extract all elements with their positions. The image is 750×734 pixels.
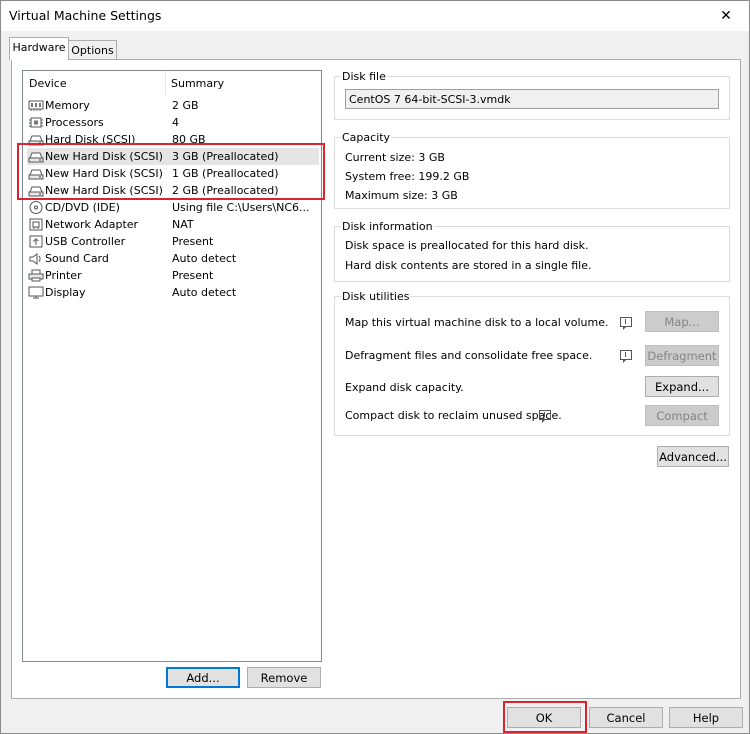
device-row[interactable]: Network Adapter NAT — [27, 216, 319, 233]
device-name: New Hard Disk (SCSI) — [45, 184, 163, 197]
device-name: Display — [45, 286, 86, 299]
memory-icon — [28, 100, 44, 111]
disk-information-label: Disk information — [341, 220, 434, 233]
device-row[interactable]: Printer Present — [27, 267, 319, 284]
device-column-header[interactable]: Device — [29, 77, 67, 90]
device-name: Memory — [45, 99, 90, 112]
device-summary: 2 GB — [172, 99, 199, 112]
compact-button[interactable]: Compact — [645, 405, 719, 426]
ok-button[interactable]: OK — [507, 707, 581, 728]
tab-options[interactable]: Options — [68, 40, 117, 61]
compact-description: Compact disk to reclaim unused space. — [345, 409, 562, 422]
hard-disk-icon — [28, 152, 44, 163]
disk-info-line-2: Hard disk contents are stored in a singl… — [345, 259, 592, 272]
disk-file-field: CentOS 7 64-bit-SCSI-3.vmdk — [345, 89, 719, 109]
expand-description: Expand disk capacity. — [345, 381, 464, 394]
hard-disk-icon — [28, 135, 44, 146]
sound-card-icon — [29, 253, 41, 265]
device-summary: Auto detect — [172, 252, 237, 265]
device-name: USB Controller — [45, 235, 126, 248]
capacity-label: Capacity — [341, 131, 392, 144]
device-name: Printer — [45, 269, 82, 282]
device-row[interactable]: New Hard Disk (SCSI) 2 GB (Preallocated) — [27, 182, 319, 199]
device-list[interactable]: Device Summary Memory 2 GB Processors 4 Hard… — [22, 70, 322, 662]
disk-utilities-label: Disk utilities — [341, 290, 411, 303]
processor-icon — [29, 117, 43, 128]
device-summary: 2 GB (Preallocated) — [172, 184, 279, 197]
device-row[interactable]: Hard Disk (SCSI) 80 GB — [27, 131, 319, 148]
remove-button[interactable]: Remove — [247, 667, 321, 688]
device-row[interactable]: CD/DVD (IDE) Using file C:\Users\NC6... — [27, 199, 319, 216]
title-bar: Virtual Machine Settings ✕ — [1, 1, 749, 31]
hard-disk-icon — [28, 169, 44, 180]
device-name: New Hard Disk (SCSI) — [45, 167, 163, 180]
device-row[interactable]: New Hard Disk (SCSI) 3 GB (Preallocated) — [27, 148, 319, 165]
device-row[interactable]: New Hard Disk (SCSI) 1 GB (Preallocated) — [27, 165, 319, 182]
current-size-text: Current size: 3 GB — [345, 151, 445, 164]
device-name: Network Adapter — [45, 218, 139, 231]
device-row[interactable]: Processors 4 — [27, 114, 319, 131]
device-row[interactable]: USB Controller Present — [27, 233, 319, 250]
defragment-description: Defragment files and consolidate free sp… — [345, 349, 593, 362]
system-free-text: System free: 199.2 GB — [345, 170, 470, 183]
cancel-button[interactable]: Cancel — [589, 707, 663, 728]
maximum-size-text: Maximum size: 3 GB — [345, 189, 458, 202]
close-icon[interactable]: ✕ — [703, 1, 749, 31]
device-row[interactable]: Display Auto detect — [27, 284, 319, 301]
device-summary: NAT — [172, 218, 194, 231]
usb-icon — [29, 235, 43, 248]
window-title: Virtual Machine Settings — [9, 8, 162, 23]
device-summary: 4 — [172, 116, 179, 129]
add-button[interactable]: Add... — [166, 667, 240, 688]
map-description: Map this virtual machine disk to a local… — [345, 316, 609, 329]
device-summary: 1 GB (Preallocated) — [172, 167, 279, 180]
device-summary: Present — [172, 269, 214, 282]
display-icon — [28, 286, 44, 299]
device-name: New Hard Disk (SCSI) — [45, 150, 163, 163]
device-name: CD/DVD (IDE) — [45, 201, 120, 214]
summary-column-header[interactable]: Summary — [171, 77, 224, 90]
disk-file-label: Disk file — [341, 70, 387, 83]
device-summary: Auto detect — [172, 286, 237, 299]
network-adapter-icon — [29, 218, 43, 231]
device-summary: 3 GB (Preallocated) — [172, 150, 279, 163]
device-name: Hard Disk (SCSI) — [45, 133, 136, 146]
tab-hardware[interactable]: Hardware — [9, 37, 69, 60]
device-row[interactable]: Memory 2 GB — [27, 97, 319, 114]
info-icon[interactable] — [620, 317, 632, 330]
device-summary: Present — [172, 235, 214, 248]
disk-information-group — [334, 226, 730, 282]
printer-icon — [28, 269, 44, 282]
help-button[interactable]: Help — [669, 707, 743, 728]
device-name: Sound Card — [45, 252, 109, 265]
device-summary: 80 GB — [172, 133, 206, 146]
map-button[interactable]: Map... — [645, 311, 719, 332]
device-name: Processors — [45, 116, 104, 129]
info-icon[interactable] — [620, 350, 632, 363]
cd-dvd-icon — [29, 201, 43, 214]
disk-info-line-1: Disk space is preallocated for this hard… — [345, 239, 589, 252]
virtual-machine-settings-dialog: Virtual Machine Settings ✕ Hardware Opti… — [0, 0, 750, 734]
device-summary: Using file C:\Users\NC6... — [172, 201, 310, 214]
hard-disk-icon — [28, 186, 44, 197]
column-separator[interactable] — [165, 71, 166, 95]
info-icon[interactable] — [539, 410, 551, 423]
hardware-tab-panel: Device Summary Memory 2 GB Processors 4 Hard… — [11, 59, 741, 699]
defragment-button[interactable]: Defragment — [645, 345, 719, 366]
device-list-header: Device Summary — [23, 71, 321, 95]
advanced-button[interactable]: Advanced... — [657, 446, 729, 467]
expand-button[interactable]: Expand... — [645, 376, 719, 397]
device-row[interactable]: Sound Card Auto detect — [27, 250, 319, 267]
